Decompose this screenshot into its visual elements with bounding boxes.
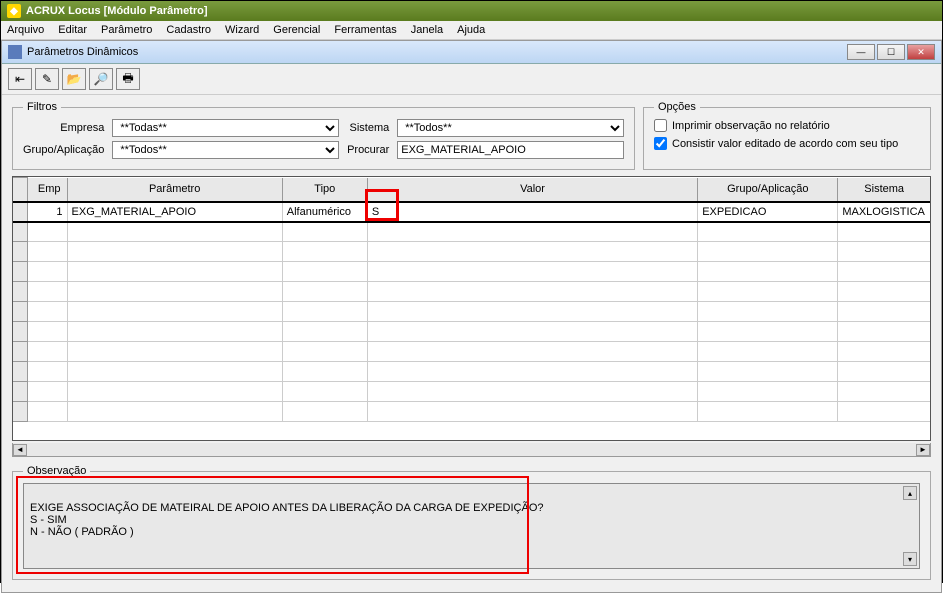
table-row-empty — [13, 302, 930, 322]
cell-grupo[interactable]: EXPEDICAO — [698, 202, 838, 222]
toolbar: ⇤ ✎ 📂 🔎 🖶 — [2, 64, 941, 95]
menu-cadastro[interactable]: Cadastro — [166, 24, 211, 36]
toolbar-edit-button[interactable]: ✎ — [35, 68, 59, 90]
col-parametro-header[interactable]: Parâmetro — [67, 178, 282, 202]
table-row-empty — [13, 222, 930, 242]
filtros-fieldset: Filtros Empresa **Todas** Sistema **Todo… — [12, 101, 635, 170]
table-row-empty — [13, 322, 930, 342]
cell-emp[interactable]: 1 — [27, 202, 67, 222]
sistema-label: Sistema — [347, 122, 389, 134]
window-title: ACRUX Locus [Módulo Parâmetro] — [26, 5, 208, 17]
cell-valor[interactable]: S — [367, 202, 697, 222]
subwindow-icon — [8, 45, 22, 59]
procurar-label: Procurar — [347, 144, 389, 156]
table-row-empty — [13, 382, 930, 402]
scroll-right-button[interactable]: ► — [916, 444, 930, 456]
maximize-button[interactable]: ☐ — [877, 44, 905, 60]
toolbar-print-button[interactable]: 🖶 — [116, 68, 140, 90]
cell-tipo[interactable]: Alfanumérico — [282, 202, 367, 222]
observacao-highlight-box — [16, 476, 529, 574]
consistir-label: Consistir valor editado de acordo com se… — [672, 138, 898, 150]
observacao-textarea[interactable]: EXIGE ASSOCIAÇÃO DE MATEIRAL DE APOIO AN… — [23, 483, 920, 569]
menu-ferramentas[interactable]: Ferramentas — [334, 24, 396, 36]
menu-ajuda[interactable]: Ajuda — [457, 24, 485, 36]
observacao-fieldset: Observação EXIGE ASSOCIAÇÃO DE MATEIRAL … — [12, 465, 931, 580]
empresa-select[interactable]: **Todas** — [112, 119, 339, 137]
table-row-empty — [13, 262, 930, 282]
observacao-legend: Observação — [23, 465, 90, 477]
menu-janela[interactable]: Janela — [411, 24, 443, 36]
col-grupo-header[interactable]: Grupo/Aplicação — [698, 178, 838, 202]
obs-scroll-down-button[interactable]: ▾ — [903, 552, 917, 566]
sistema-select[interactable]: **Todos** — [397, 119, 624, 137]
procurar-input[interactable] — [397, 141, 624, 159]
row-indicator-header — [13, 178, 27, 202]
table-row-empty — [13, 242, 930, 262]
grupo-label: Grupo/Aplicação — [23, 144, 104, 156]
table-row[interactable]: 1 EXG_MATERIAL_APOIO Alfanumérico S EXPE… — [13, 202, 930, 222]
table-row-empty — [13, 282, 930, 302]
opcoes-legend: Opções — [654, 101, 700, 113]
toolbar-open-button[interactable]: 📂 — [62, 68, 86, 90]
subwindow-title: Parâmetros Dinâmicos — [27, 46, 138, 58]
obs-scroll-up-button[interactable]: ▴ — [903, 486, 917, 500]
observacao-text: EXIGE ASSOCIAÇÃO DE MATEIRAL DE APOIO AN… — [30, 502, 544, 538]
menu-gerencial[interactable]: Gerencial — [273, 24, 320, 36]
filtros-legend: Filtros — [23, 101, 61, 113]
cell-sistema[interactable]: MAXLOGISTICA — [838, 202, 930, 222]
sub-titlebar: Parâmetros Dinâmicos — ☐ ✕ — [2, 41, 941, 64]
table-row-empty — [13, 402, 930, 422]
app-icon: ◆ — [7, 4, 21, 18]
col-valor-header[interactable]: Valor — [367, 178, 697, 202]
scroll-left-button[interactable]: ◄ — [13, 444, 27, 456]
menu-wizard[interactable]: Wizard — [225, 24, 259, 36]
empresa-label: Empresa — [23, 122, 104, 134]
menu-editar[interactable]: Editar — [58, 24, 87, 36]
cell-valor-text: S — [372, 206, 379, 218]
col-sistema-header[interactable]: Sistema — [838, 178, 930, 202]
obs-vertical-scrollbar[interactable]: ▴ ▾ — [903, 486, 917, 566]
opcoes-fieldset: Opções Imprimir observação no relatório … — [643, 101, 931, 170]
table-row-empty — [13, 362, 930, 382]
imprimir-label: Imprimir observação no relatório — [672, 120, 830, 132]
col-emp-header[interactable]: Emp — [27, 178, 67, 202]
main-titlebar: ◆ ACRUX Locus [Módulo Parâmetro] — [1, 1, 942, 21]
row-indicator-cell — [13, 202, 27, 222]
parameter-table: Emp Parâmetro Tipo Valor Grupo/Aplicação… — [13, 177, 930, 422]
minimize-button[interactable]: — — [847, 44, 875, 60]
consistir-checkbox[interactable] — [654, 137, 667, 150]
close-button[interactable]: ✕ — [907, 44, 935, 60]
table-row-empty — [13, 342, 930, 362]
toolbar-search-button[interactable]: 🔎 — [89, 68, 113, 90]
col-tipo-header[interactable]: Tipo — [282, 178, 367, 202]
cell-parametro[interactable]: EXG_MATERIAL_APOIO — [67, 202, 282, 222]
horizontal-scrollbar[interactable]: ◄ ► — [12, 443, 931, 457]
parameter-table-wrapper[interactable]: Emp Parâmetro Tipo Valor Grupo/Aplicação… — [12, 176, 931, 441]
subwindow: Parâmetros Dinâmicos — ☐ ✕ ⇤ ✎ 📂 🔎 🖶 Fil… — [1, 40, 942, 593]
menubar: Arquivo Editar Parâmetro Cadastro Wizard… — [1, 21, 942, 40]
grupo-select[interactable]: **Todos** — [112, 141, 339, 159]
menu-parametro[interactable]: Parâmetro — [101, 24, 152, 36]
toolbar-exit-button[interactable]: ⇤ — [8, 68, 32, 90]
window-controls: — ☐ ✕ — [847, 44, 935, 60]
imprimir-checkbox[interactable] — [654, 119, 667, 132]
menu-arquivo[interactable]: Arquivo — [7, 24, 44, 36]
